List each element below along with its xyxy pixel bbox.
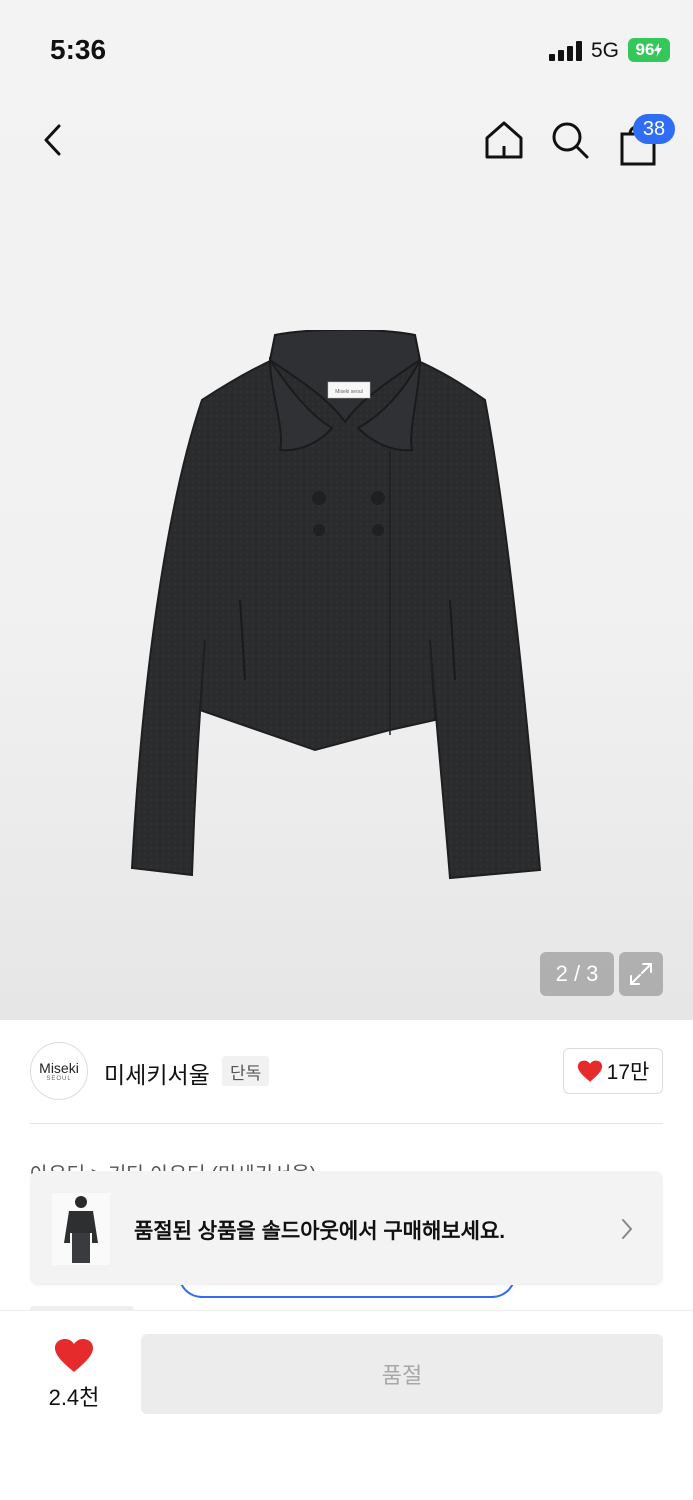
brand-name-link[interactable]: 미세키서울: [104, 1056, 210, 1090]
like-heart-icon[interactable]: [54, 1338, 94, 1374]
sold-out-button[interactable]: 품절: [141, 1334, 663, 1414]
brand-like-button[interactable]: 17만: [563, 1048, 663, 1094]
status-time: 5:36: [50, 34, 107, 65]
status-bar: 5:36 5G 96: [0, 0, 693, 100]
chevron-right-icon: [622, 1219, 633, 1239]
divider: [30, 1123, 663, 1124]
search-icon[interactable]: [548, 118, 592, 162]
soldout-promo-banner[interactable]: 품절된 상품을 솔드아웃에서 구매해보세요.: [30, 1171, 663, 1285]
signal-icon: [549, 41, 582, 61]
product-photo-jacket[interactable]: Miseki seoul: [120, 330, 570, 890]
soldout-banner-text: 품절된 상품을 솔드아웃에서 구매해보세요.: [134, 1220, 506, 1243]
like-count: 2.4천: [48, 1385, 100, 1410]
expand-image-button[interactable]: [619, 952, 663, 996]
network-type: 5G: [591, 39, 620, 62]
battery-level: 96: [635, 40, 655, 59]
cart-count-badge: 38: [633, 114, 675, 144]
exclusive-badge: 단독: [222, 1056, 270, 1086]
brand-like-count: 17만: [606, 1061, 650, 1084]
expand-icon: [630, 963, 652, 985]
brand-logo-text: Miseki: [39, 1060, 79, 1076]
charging-bolt-icon: [654, 43, 663, 57]
back-arrow-icon[interactable]: [34, 120, 74, 160]
heart-icon: [577, 1060, 602, 1082]
top-nav: [0, 110, 693, 170]
brand-logo-subtext: SEOUL: [46, 1076, 72, 1082]
brand-row: Miseki SEOUL 미세키서울 단독 17만: [30, 1040, 663, 1104]
battery-icon: 96: [628, 38, 670, 62]
home-icon[interactable]: [482, 118, 526, 162]
image-pager: 2 / 3: [540, 952, 614, 996]
banner-thumbnail: [52, 1193, 110, 1265]
brand-label-text: Miseki seoul: [335, 389, 363, 395]
brand-logo[interactable]: Miseki SEOUL: [30, 1042, 88, 1100]
